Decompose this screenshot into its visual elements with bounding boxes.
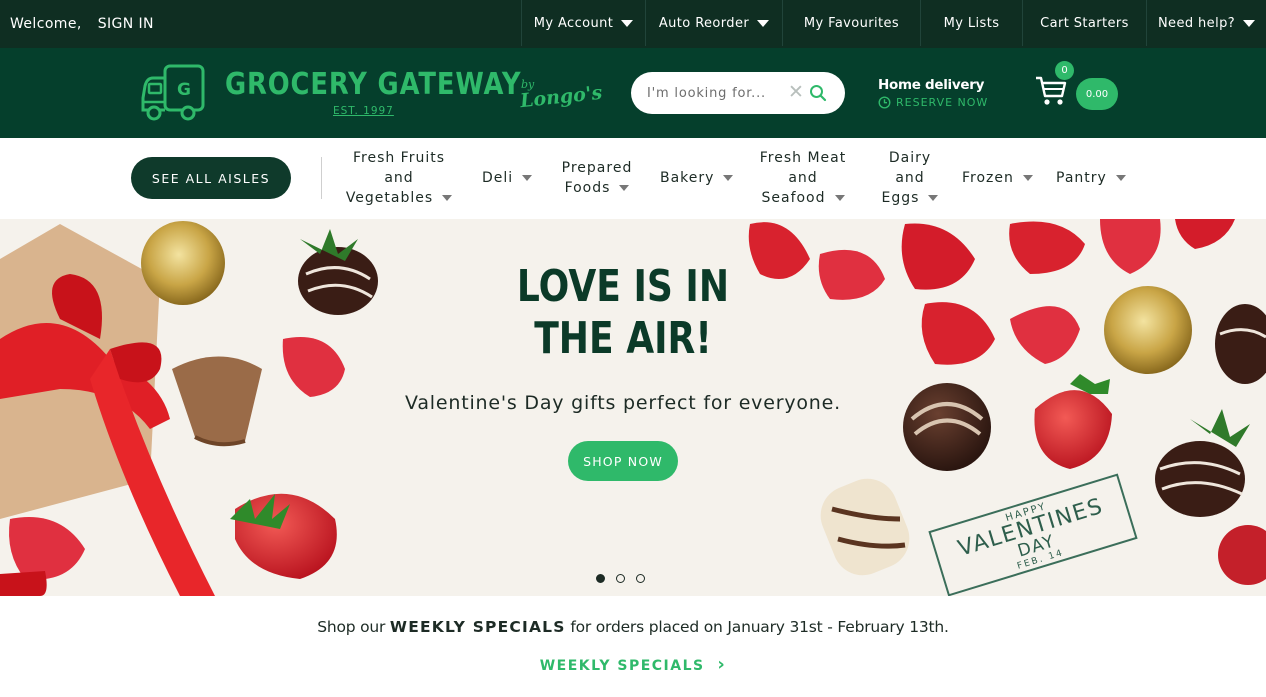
nav-item-label: Pantry xyxy=(1056,170,1107,186)
my-favourites-label: My Favourites xyxy=(803,15,900,31)
welcome-text: Welcome, xyxy=(10,16,82,32)
nav-item-label: Frozen xyxy=(962,170,1014,186)
chevron-down-icon xyxy=(522,175,533,181)
home-delivery-title: Home delivery xyxy=(878,77,985,93)
nav-item-label: and xyxy=(895,170,925,186)
brand-name[interactable]: GROCERY GATEWAY xyxy=(225,68,521,102)
my-favourites-link[interactable]: My Favourites xyxy=(782,0,920,46)
chevron-down-icon xyxy=(442,195,453,201)
welcome-area: Welcome, SIGN IN xyxy=(10,0,154,48)
reserve-now-link[interactable]: RESERVE NOW xyxy=(878,96,988,109)
reserve-now-label: RESERVE NOW xyxy=(896,96,989,109)
category-nav: SEE ALL AISLES Fresh Fruits and Vegetabl… xyxy=(0,138,1266,219)
my-account-menu[interactable]: My Account xyxy=(521,0,645,46)
hero-banner[interactable]: LOVE IS IN THE AIR! Valentine's Day gift… xyxy=(0,219,1266,596)
nav-item-label: Eggs xyxy=(881,190,920,206)
my-account-label: My Account xyxy=(533,15,614,31)
need-help-menu[interactable]: Need help? xyxy=(1146,0,1266,46)
brand-established: EST. 1997 xyxy=(333,105,394,117)
nav-item-frozen[interactable]: Frozen xyxy=(962,168,1033,188)
hero-title-line: THE AIR! xyxy=(534,313,712,364)
weekly-link-label: WEEKLY SPECIALS xyxy=(539,658,705,674)
weekly-specials-message: Shop our WEEKLY SPECIALS for orders plac… xyxy=(0,618,1266,636)
my-lists-label: My Lists xyxy=(943,15,1000,31)
hero-title: LOVE IS IN THE AIR! xyxy=(481,261,765,365)
cart-count-badge: 0 xyxy=(1055,61,1074,80)
nav-item-label: Prepared xyxy=(561,160,633,176)
chevron-down-icon xyxy=(1022,175,1033,181)
nav-item-deli[interactable]: Deli xyxy=(482,168,533,188)
chevron-down-icon xyxy=(621,19,634,27)
cart-total-badge[interactable]: 0.00 xyxy=(1076,78,1118,110)
clock-icon xyxy=(878,96,891,109)
nav-item-label: and xyxy=(788,170,818,186)
nav-item-label: Fresh Meat xyxy=(759,150,847,166)
nav-item-label: Dairy xyxy=(888,150,932,166)
weekly-highlight: WEEKLY SPECIALS xyxy=(389,618,566,636)
truck-logo-icon[interactable]: G xyxy=(141,64,207,124)
brand-header: G GROCERY GATEWAY EST. 1997 by Longo's ✕… xyxy=(0,48,1266,138)
chevron-right-icon: › xyxy=(717,654,727,675)
weekly-specials-section: Shop our WEEKLY SPECIALS for orders plac… xyxy=(0,596,1266,697)
weekly-specials-link[interactable]: WEEKLY SPECIALS › xyxy=(0,654,1266,675)
shop-now-button[interactable]: SHOP NOW xyxy=(568,441,678,481)
need-help-label: Need help? xyxy=(1157,15,1236,31)
nav-item-label: Seafood xyxy=(761,190,826,206)
search-icon[interactable] xyxy=(809,84,827,102)
nav-item-bakery[interactable]: Bakery xyxy=(660,168,734,188)
nav-divider xyxy=(321,157,322,199)
hero-title-line: LOVE IS IN xyxy=(516,261,730,312)
nav-item-label: Fresh Fruits xyxy=(352,150,446,166)
sign-in-link[interactable]: SIGN IN xyxy=(98,16,154,32)
chevron-down-icon xyxy=(723,175,734,181)
chevron-down-icon xyxy=(1115,175,1126,181)
carousel-dot[interactable] xyxy=(596,574,605,583)
clear-icon[interactable]: ✕ xyxy=(788,81,804,103)
nav-item-fresh-fruits-and-vegetables[interactable]: Fresh Fruits and Vegetables xyxy=(340,148,458,208)
carousel-dot[interactable] xyxy=(636,574,645,583)
search-box: ✕ xyxy=(631,72,845,114)
nav-item-label: Deli xyxy=(482,170,514,186)
nav-item-label: and xyxy=(384,170,414,186)
nav-item-label: Bakery xyxy=(660,170,715,186)
utility-bar: Welcome, SIGN IN My Account Auto Reorder… xyxy=(0,0,1266,48)
nav-item-label: Foods xyxy=(564,180,611,196)
nav-item-pantry[interactable]: Pantry xyxy=(1056,168,1126,188)
auto-reorder-menu[interactable]: Auto Reorder xyxy=(645,0,782,46)
chevron-down-icon xyxy=(757,19,770,27)
chevron-down-icon xyxy=(834,195,845,201)
cart-starters-label: Cart Starters xyxy=(1040,15,1129,31)
nav-item-label: Vegetables xyxy=(345,190,434,206)
nav-item-dairy-and-eggs[interactable]: Dairy and Eggs xyxy=(878,148,942,208)
carousel-dot[interactable] xyxy=(616,574,625,583)
weekly-suffix: for orders placed on January 31st - Febr… xyxy=(565,618,949,636)
hero-subtitle: Valentine's Day gifts perfect for everyo… xyxy=(405,392,841,414)
weekly-prefix: Shop our xyxy=(317,618,390,636)
auto-reorder-label: Auto Reorder xyxy=(658,15,750,31)
carousel-dots xyxy=(596,574,645,583)
my-lists-link[interactable]: My Lists xyxy=(920,0,1022,46)
nav-item-fresh-meat-and-seafood[interactable]: Fresh Meat and Seafood xyxy=(753,148,853,208)
see-all-aisles-button[interactable]: SEE ALL AISLES xyxy=(131,157,291,199)
chevron-down-icon xyxy=(928,195,939,201)
truck-letter: G xyxy=(177,80,191,100)
nav-item-prepared-foods[interactable]: Prepared Foods xyxy=(556,158,638,198)
chevron-down-icon xyxy=(619,185,630,191)
search-input[interactable] xyxy=(647,83,782,103)
cart-starters-link[interactable]: Cart Starters xyxy=(1022,0,1146,46)
chevron-down-icon xyxy=(1243,19,1256,27)
